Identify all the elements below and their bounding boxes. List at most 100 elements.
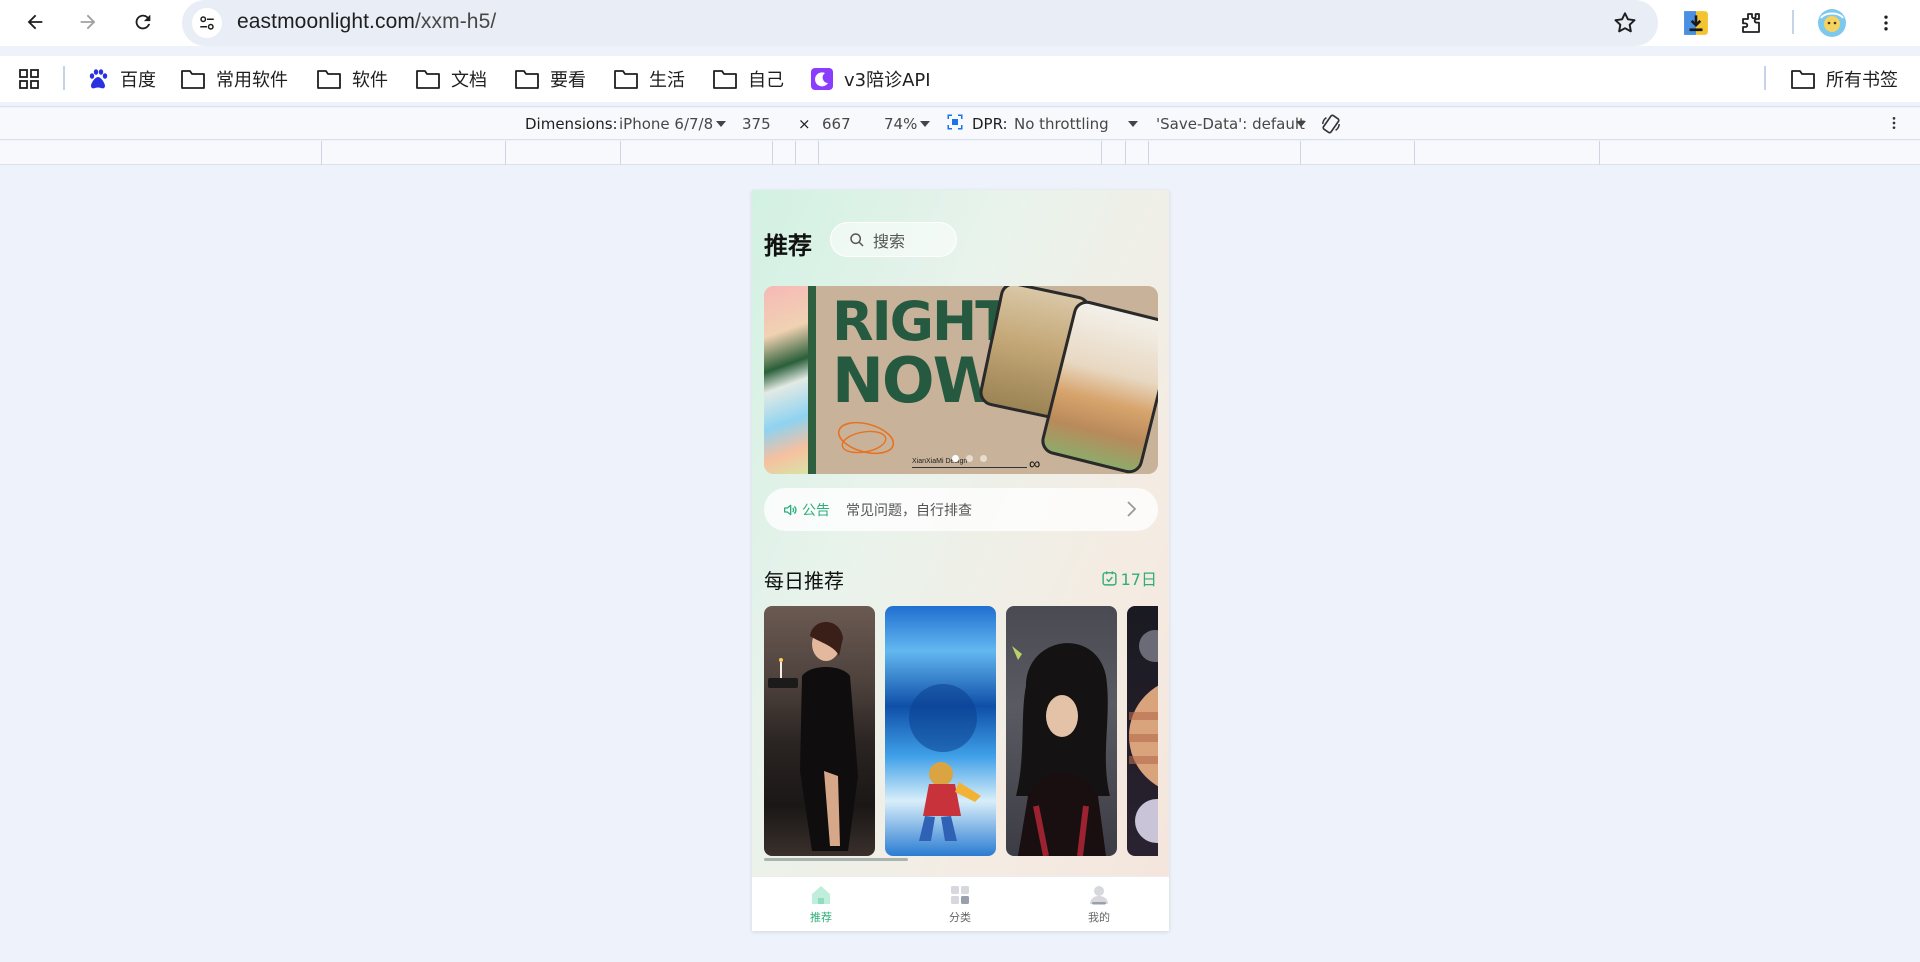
notice-bar[interactable]: 公告 常见问题，自行排查 (764, 488, 1158, 531)
search-icon (850, 232, 864, 247)
notice-text: 常见问题，自行排查 (846, 502, 972, 519)
download-extension-button[interactable] (1679, 6, 1713, 40)
url-text[interactable]: eastmoonlight.com/xxm-h5/ (237, 10, 496, 34)
bookmark-star-button[interactable] (1612, 10, 1638, 41)
media-query-ruler (0, 141, 1920, 165)
wallpaper-card[interactable] (764, 606, 875, 856)
bookmark-folder-ziji[interactable]: 自己 (712, 64, 784, 94)
carousel-dot-active[interactable] (952, 455, 959, 462)
bookmark-label: 百度 (120, 70, 156, 91)
ruler-tick[interactable] (620, 141, 621, 165)
banner-carousel[interactable]: RIGHT NOW XianXiaMi Design ∞ (764, 286, 1158, 474)
ruler-tick[interactable] (1414, 141, 1415, 165)
ruler-tick[interactable] (1148, 141, 1149, 165)
wallpaper-figure-silhouette (909, 684, 981, 841)
tab-mine[interactable]: 我的 (1069, 883, 1129, 925)
carousel-indicators (952, 455, 987, 462)
arrow-left-icon (27, 14, 43, 30)
width-input[interactable]: 375 (742, 115, 771, 133)
device-viewport: 推荐 搜索 RIGHT NOW XianXiaMi Design ∞ 公告 常见… (752, 190, 1169, 931)
all-bookmarks-button[interactable]: 所有书签 (1790, 64, 1898, 94)
kebab-menu-icon (1884, 15, 1888, 31)
banner-credit-underline (912, 467, 1027, 468)
rotate-button[interactable] (1320, 113, 1342, 139)
bookmark-folder-changyong[interactable]: 常用软件 (180, 64, 288, 94)
wallpaper-card[interactable] (1127, 606, 1158, 856)
url-path: /xxm-h5/ (414, 10, 497, 33)
category-grid-icon (951, 886, 969, 904)
folder-icon (713, 70, 737, 89)
speaker-icon (784, 504, 797, 515)
tab-label: 分类 (949, 911, 971, 924)
device-select[interactable]: iPhone 6/7/8 (619, 115, 713, 133)
zoom-select[interactable]: 74% (884, 115, 917, 133)
url-host: eastmoonlight.com (237, 10, 415, 33)
bookmark-label: 文档 (451, 70, 487, 91)
caret-down-icon (920, 121, 930, 127)
forward-button[interactable] (70, 4, 106, 40)
bookmark-label: 生活 (649, 70, 685, 91)
wallpaper-planets (1129, 630, 1158, 843)
profile-avatar-button[interactable] (1815, 6, 1849, 40)
ruler-tick[interactable] (505, 141, 506, 165)
home-icon (812, 886, 830, 904)
search-box[interactable]: 搜索 (830, 222, 957, 257)
browser-menu-button[interactable] (1869, 6, 1903, 40)
back-button[interactable] (17, 4, 53, 40)
carousel-dot[interactable] (980, 455, 987, 462)
ruler-tick[interactable] (321, 141, 322, 165)
bookmark-label: 自己 (748, 70, 784, 91)
bookmark-label: 软件 (352, 70, 388, 91)
devtools-more-button[interactable] (1886, 113, 1902, 137)
address-bar[interactable]: eastmoonlight.com/xxm-h5/ (182, 0, 1658, 46)
device-toolbar: Dimensions: iPhone 6/7/8 375 × 667 74% D… (0, 108, 1920, 140)
times-symbol: × (798, 115, 811, 133)
ruler-tick[interactable] (772, 141, 773, 165)
bookmark-v3-api[interactable]: v3陪诊API (810, 64, 931, 94)
ruler-tick[interactable] (1599, 141, 1600, 165)
notice-tag: 公告 (782, 500, 830, 520)
daily-date-text: 17日 (1120, 570, 1157, 589)
bookmarks-divider (63, 66, 65, 90)
user-icon (1090, 886, 1108, 905)
apps-grid-icon (19, 69, 39, 89)
bookmark-folder-ruanjian[interactable]: 软件 (316, 64, 388, 94)
tab-label: 我的 (1088, 911, 1110, 924)
bottom-tab-bar: 推荐 分类 我的 (752, 876, 1169, 931)
caret-down-icon (1296, 121, 1306, 127)
reload-icon (135, 14, 151, 30)
bookmark-baidu[interactable]: 百度 (86, 64, 156, 94)
bookmark-folder-yaokan[interactable]: 要看 (514, 64, 586, 94)
ruler-tick[interactable] (1125, 141, 1126, 165)
ruler-tick[interactable] (795, 141, 796, 165)
star-icon (1614, 12, 1636, 33)
daily-date-badge[interactable]: 17日 (1101, 566, 1157, 590)
tab-category[interactable]: 分类 (930, 883, 990, 925)
ruler-tick[interactable] (1101, 141, 1102, 165)
kebab-menu-icon (1892, 117, 1896, 129)
site-info-button[interactable] (192, 8, 222, 38)
tab-recommend[interactable]: 推荐 (791, 883, 851, 925)
bookmark-folder-shenghuo[interactable]: 生活 (613, 64, 685, 94)
infinity-icon: ∞ (1029, 456, 1041, 473)
wallpaper-card[interactable] (1006, 606, 1117, 856)
bookmarks-bar: 百度 常用软件 软件 文档 要看 生活 自己 v3陪诊API 所有书签 (0, 56, 1920, 102)
extensions-button[interactable] (1734, 6, 1768, 40)
ruler-tick[interactable] (1300, 141, 1301, 165)
arrow-right-icon (80, 14, 96, 30)
height-input[interactable]: 667 (822, 115, 851, 133)
apps-button[interactable] (17, 64, 41, 94)
wallpaper-card[interactable] (885, 606, 996, 856)
device-frame-icon[interactable] (946, 113, 964, 135)
tune-icon (200, 16, 214, 30)
folder-icon (1791, 70, 1815, 89)
throttling-select[interactable]: No throttling (1014, 115, 1109, 133)
save-data-select[interactable]: 'Save-Data': default (1156, 115, 1305, 133)
daily-cards-scroller[interactable] (764, 606, 1158, 856)
dimensions-label: Dimensions: (525, 115, 618, 133)
ruler-tick[interactable] (818, 141, 819, 165)
reload-button[interactable] (125, 4, 161, 40)
bookmark-folder-wendang[interactable]: 文档 (415, 64, 487, 94)
carousel-dot[interactable] (966, 455, 973, 462)
baidu-paw-icon (89, 69, 108, 89)
